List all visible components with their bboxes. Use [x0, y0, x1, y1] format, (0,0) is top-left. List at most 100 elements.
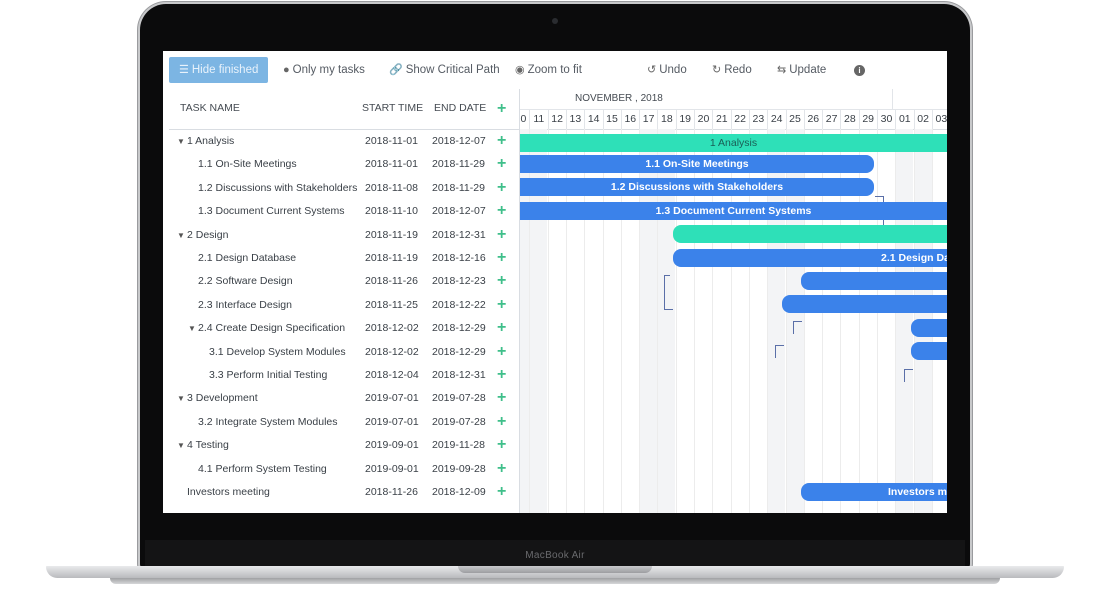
task-name-cell: 4 Testing — [187, 439, 229, 452]
timeline-day: 18 — [657, 109, 675, 129]
add-task-icon[interactable]: + — [497, 101, 506, 117]
add-subtask-icon[interactable]: + — [497, 484, 506, 500]
task-start-cell: 2018-11-26 — [365, 275, 418, 288]
gantt-bar-design-database[interactable]: 2.1 Design Database — [673, 249, 947, 267]
dependency-link — [793, 321, 802, 334]
task-start-cell: 2018-11-01 — [365, 135, 418, 147]
task-start-cell: 2018-12-02 — [365, 345, 419, 358]
timeline-day: 20 — [694, 109, 712, 129]
task-end-cell: 2018-12-29 — [432, 322, 486, 335]
collapse-caret-icon[interactable]: ▼ — [177, 231, 185, 240]
add-subtask-icon[interactable]: + — [497, 413, 506, 430]
column-header-start-time[interactable]: START TIME — [362, 102, 423, 114]
task-name-cell: Investors meeting — [187, 486, 270, 498]
add-subtask-icon[interactable]: + — [497, 343, 506, 360]
timeline-day: 17 — [639, 109, 657, 129]
redo-button[interactable]: ↻ Redo — [712, 57, 752, 83]
timeline-day: 22 — [730, 109, 749, 129]
gantt-bar-discussions[interactable]: 1.2 Discussions with Stakeholders — [520, 178, 874, 196]
task-row[interactable]: 3.3 Perform Initial Testing 2018-12-04 201… — [169, 364, 519, 387]
timeline-day: 27 — [822, 109, 840, 129]
timeline-day: 30 — [877, 109, 895, 129]
collapse-caret-icon[interactable]: ▼ — [177, 441, 185, 450]
task-row[interactable]: 2.3 Interface Design 2018-11-25 2018-12-22… — [169, 294, 519, 317]
task-row[interactable]: 3.1 Develop System Modules 2018-12-02 2018… — [169, 341, 519, 364]
show-critical-path-button[interactable]: 🔗 Show Critical Path — [389, 57, 500, 83]
hide-finished-button[interactable]: ☰ Hide finished — [169, 57, 268, 83]
task-row[interactable]: 2.1 Design Database 2018-11-19 2018-12-16 + — [169, 247, 519, 270]
task-row[interactable]: 2.2 Software Design 2018-11-26 2018-12-23 + — [169, 270, 519, 293]
add-subtask-icon[interactable]: + — [497, 460, 506, 477]
add-subtask-icon[interactable]: + — [497, 133, 506, 149]
gantt-bar-investors-meeting[interactable]: Investors meeting — [801, 483, 947, 501]
timeline-day: 28 — [840, 109, 858, 129]
task-row[interactable]: ▼ 2 Design 2018-11-19 2018-12-31 + — [169, 224, 519, 247]
timeline-day: 13 — [565, 109, 584, 129]
timeline-column — [877, 129, 895, 513]
add-subtask-icon[interactable]: + — [497, 250, 506, 266]
only-my-tasks-button[interactable]: ● Only my tasks — [283, 57, 365, 83]
gantt-bar-develop-modules[interactable] — [911, 342, 947, 360]
task-row[interactable]: ▼ 3 Development 2019-07-01 2019-07-28 + — [169, 387, 519, 410]
gantt-bar-document-systems[interactable]: 1.3 Document Current Systems — [520, 202, 947, 220]
add-subtask-icon[interactable]: + — [497, 226, 506, 243]
update-button[interactable]: ⇆ Update — [777, 57, 826, 83]
add-subtask-icon[interactable]: + — [497, 367, 506, 383]
timeline-day: 26 — [803, 109, 822, 129]
task-row[interactable]: 1.2 Discussions with Stakeholders 2018-11… — [169, 177, 519, 200]
gantt-app-screen: ☰ Hide finished ● Only my tasks 🔗 Show Crit… — [163, 51, 947, 513]
task-start-cell: 2019-09-01 — [365, 462, 419, 475]
info-icon: i — [854, 65, 865, 76]
task-row[interactable]: 4.1 Perform System Testing 2019-09-01 2019… — [169, 458, 519, 481]
task-name-cell: 1.3 Document Current Systems — [198, 205, 345, 218]
gantt-bar-interface-design[interactable] — [782, 295, 947, 313]
task-row[interactable]: 1.1 On-Site Meetings 2018-11-01 2018-11-29… — [169, 153, 519, 176]
task-name-cell: 2.1 Design Database — [198, 252, 297, 264]
task-start-cell: 2018-11-26 — [365, 486, 418, 498]
info-button[interactable]: i — [854, 57, 868, 83]
gantt-bar-software-design[interactable] — [801, 272, 947, 290]
gantt-bar-onsite-meetings[interactable]: 1.1 On-Site Meetings — [520, 155, 874, 173]
gantt-bar-design[interactable] — [673, 225, 947, 243]
add-subtask-icon[interactable]: + — [497, 390, 506, 406]
task-row[interactable]: 1.3 Document Current Systems 2018-11-10 20… — [169, 200, 519, 223]
update-label: Update — [789, 64, 827, 76]
timeline-day: 02 — [913, 109, 932, 129]
column-header-end-date[interactable]: END DATE — [434, 102, 486, 114]
task-row[interactable]: Investors meeting 2018-11-26 2018-12-09 + — [169, 481, 519, 504]
add-subtask-icon[interactable]: + — [497, 296, 506, 313]
task-end-cell: 2019-07-28 — [432, 415, 486, 428]
add-subtask-icon[interactable]: + — [497, 179, 506, 196]
task-name-cell: 3 Development — [187, 392, 258, 405]
collapse-caret-icon[interactable]: ▼ — [177, 394, 185, 403]
collapse-caret-icon[interactable]: ▼ — [177, 137, 185, 146]
zoom-to-fit-label: Zoom to fit — [527, 64, 582, 76]
redo-label: Redo — [724, 64, 752, 76]
timeline-day: 03 — [931, 109, 947, 129]
task-start-cell: 2018-11-25 — [365, 298, 418, 311]
task-name-cell: 2.4 Create Design Specification — [198, 322, 346, 335]
add-subtask-icon[interactable]: + — [497, 320, 506, 336]
task-row[interactable]: ▼ 1 Analysis 2018-11-01 2018-12-07 + — [169, 130, 519, 153]
dependency-link — [775, 345, 784, 358]
grid-header: TASK NAME START TIME END DATE + — [169, 89, 519, 130]
undo-button[interactable]: ↺ Undo — [647, 57, 687, 83]
add-subtask-icon[interactable]: + — [497, 156, 506, 172]
timeline-day: 11 — [529, 109, 547, 129]
task-name-cell: 1 Analysis — [187, 135, 235, 147]
add-subtask-icon[interactable]: + — [497, 273, 506, 289]
add-subtask-icon[interactable]: + — [497, 203, 506, 219]
collapse-caret-icon[interactable]: ▼ — [188, 324, 196, 333]
task-row[interactable]: ▼ 2.4 Create Design Specification 2018-12-… — [169, 317, 519, 340]
column-header-task-name[interactable]: TASK NAME — [180, 102, 240, 114]
task-row[interactable]: ▼ 4 Testing 2019-09-01 2019-11-28 + — [169, 434, 519, 457]
gantt-bar-analysis[interactable]: 1 Analysis — [520, 134, 947, 152]
add-subtask-icon[interactable]: + — [497, 437, 506, 453]
task-start-cell: 2018-11-19 — [365, 228, 418, 241]
task-name-cell: 3.2 Integrate System Modules — [198, 415, 338, 428]
laptop-notch — [458, 566, 652, 573]
task-row[interactable]: 3.2 Integrate System Modules 2019-07-01 20… — [169, 411, 519, 434]
gantt-bar-design-specification[interactable] — [911, 319, 947, 337]
zoom-to-fit-button[interactable]: ◉ Zoom to fit — [515, 57, 582, 83]
month-label: NOVEMBER , 2018 — [575, 93, 663, 104]
